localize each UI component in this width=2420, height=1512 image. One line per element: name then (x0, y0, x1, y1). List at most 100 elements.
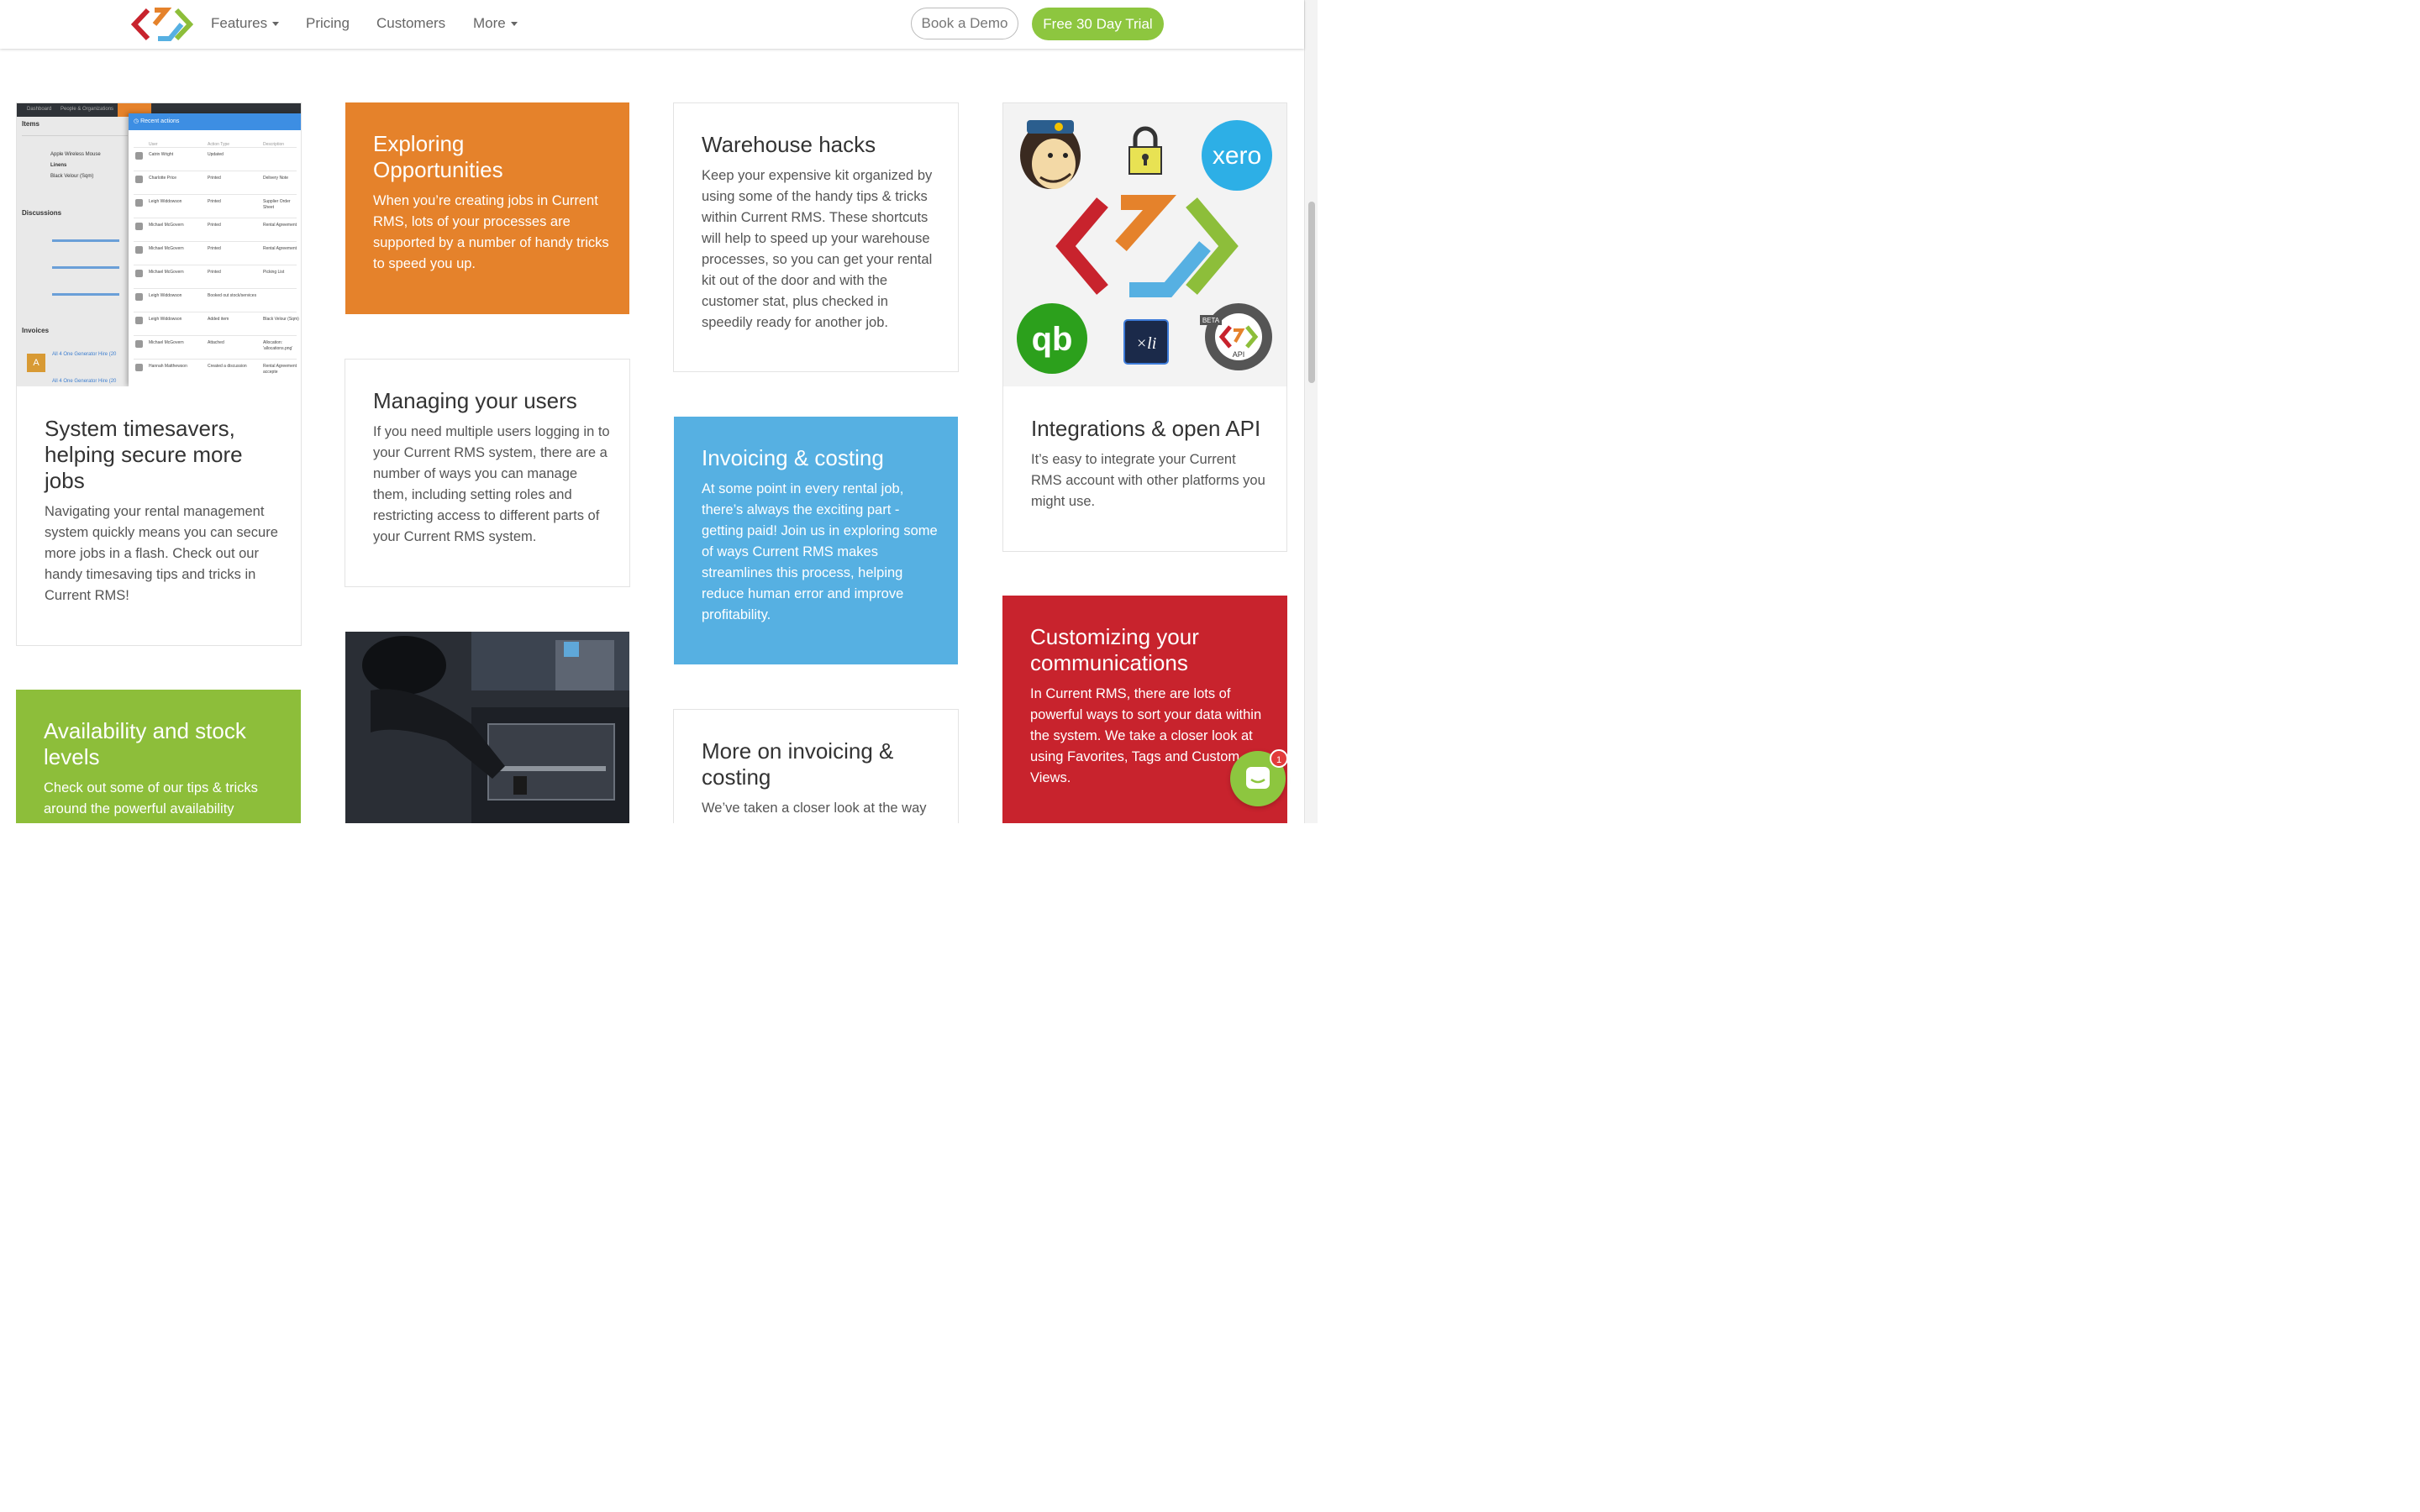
card-title: Customizing your communications (1030, 624, 1199, 675)
quickbooks-logo: qb (1017, 303, 1087, 374)
scrollbar-thumb[interactable] (1308, 202, 1315, 383)
screenshot-cell-action: Attached (208, 340, 224, 345)
card-body: Keep your expensive kit organized by usi… (702, 168, 933, 330)
screenshot-item-2: Linens (50, 163, 67, 168)
avatar (135, 364, 143, 371)
card-availability-content: Availability and stock levels Check out … (44, 718, 282, 820)
avatar (135, 317, 143, 324)
screenshot-cell-user: Charlotte Price (149, 176, 177, 181)
avatar (135, 340, 143, 348)
screenshot-item-3: Black Velour (Sqm) (50, 174, 94, 179)
top-navbar: Features Pricing Customers More Book a D… (0, 0, 1304, 49)
screenshot-row-divider (134, 194, 297, 195)
card-exploring-content: Exploring Opportunities When you’re crea… (373, 131, 611, 275)
screenshot-cell-action: Booked out stock/services (208, 293, 257, 298)
nav-more-label: More (473, 15, 506, 31)
card-managing-users[interactable]: Managing your users If you need multiple… (345, 359, 630, 587)
card-body: We’ve taken a closer look at the way (702, 801, 927, 816)
screenshot-panel-title: Recent actions (140, 118, 180, 124)
free-trial-button[interactable]: Free 30 Day Trial (1032, 8, 1164, 40)
chevron-down-icon (510, 22, 518, 27)
screenshot-cell-user: Leigh Widdowson (149, 293, 182, 298)
svg-text:qb: qb (1032, 321, 1073, 358)
screenshot-cell-desc: Supplier Order Sheet (263, 199, 291, 210)
card-title: Availability and stock levels (44, 718, 246, 769)
xli-logo: ×li (1123, 319, 1169, 365)
svg-text:API: API (1233, 350, 1245, 359)
card-body: It’s easy to integrate your Current RMS … (1031, 452, 1265, 509)
card-body: Navigating your rental management system… (45, 504, 278, 603)
mailchimp-icon (1020, 120, 1081, 189)
screenshot-cell-action: Printed (208, 270, 221, 275)
nav-features[interactable]: Features (211, 15, 280, 32)
screenshot-cell-action: Created a discussion (208, 364, 247, 369)
card-title: Invoicing & costing (702, 445, 884, 470)
screenshot-recent-actions-panel: ◷ Recent actions User Action Type Descri… (129, 113, 301, 386)
screenshot-invoice-2: All 4 One Generator Hire (20 (52, 379, 117, 384)
screenshot-cell-action: Printed (208, 223, 221, 228)
screenshot-cell-action: Updated (208, 152, 224, 157)
svg-text:BETA: BETA (1202, 317, 1220, 324)
screenshot-tab-dashboard: Dashboard (27, 107, 52, 112)
chat-notification-badge: 1 (1270, 749, 1288, 768)
card-body: If you need multiple users logging in to… (373, 424, 610, 544)
screenshot-cell-action: Printed (208, 246, 221, 251)
nav-features-label: Features (211, 15, 268, 31)
page: Features Pricing Customers More Book a D… (0, 0, 1318, 823)
screenshot-left-pane: Items Apple Wireless Mouse Linens Black … (17, 117, 130, 386)
page-scrollbar[interactable] (1304, 0, 1318, 823)
screenshot-row-divider (134, 335, 297, 336)
screenshot-cell-user: Leigh Widdowson (149, 199, 182, 204)
screenshot-cell-action: Printed (208, 199, 221, 204)
card-title: More on invoicing & costing (702, 738, 894, 790)
integrations-logos-image: xero qb ×li API BETA (1003, 103, 1286, 386)
card-body: At some point in every rental job, there… (702, 481, 938, 622)
card-system-timesavers[interactable]: Dashboard People & Organizations Items A… (16, 102, 302, 646)
card-integrations-api[interactable]: xero qb ×li API BETA Integrations & open… (1002, 102, 1287, 552)
screenshot-tab-people: People & Organizations (60, 107, 114, 112)
avatar (135, 293, 143, 301)
nav-more[interactable]: More (473, 15, 518, 32)
xero-logo: xero (1202, 120, 1272, 191)
svg-text:×li: ×li (1136, 334, 1157, 353)
svg-text:xero: xero (1213, 142, 1261, 170)
current-rms-logo[interactable] (129, 5, 195, 44)
screenshot-invoices-label: Invoices (22, 327, 50, 334)
screenshot-recent-actions-image: Dashboard People & Organizations Items A… (17, 103, 301, 386)
card-body: Check out some of our tips & tricks arou… (44, 780, 258, 816)
card-availability[interactable]: Availability and stock levels Check out … (16, 690, 301, 823)
screenshot-cell-user: Michael McGovern (149, 223, 184, 228)
card-warehouse-photo[interactable] (345, 632, 629, 823)
avatar (135, 246, 143, 254)
card-title: Managing your users (373, 388, 577, 413)
screenshot-avatar: A (27, 354, 45, 372)
screenshot-divider (22, 135, 128, 136)
screenshot-invoice-1: All 4 One Generator Hire (20 (52, 352, 117, 357)
avatar (135, 223, 143, 230)
card-more-invoicing[interactable]: More on invoicing & costing We’ve taken … (673, 709, 959, 823)
card-invoicing-costing[interactable]: Invoicing & costing At some point in eve… (674, 417, 958, 664)
screenshot-cell-desc: Black Velour (Sqm) (263, 317, 299, 322)
screenshot-panel-header: ◷ Recent actions (129, 113, 301, 130)
screenshot-cell-user: Catrin Wright (149, 152, 174, 157)
card-title: Warehouse hacks (702, 132, 876, 157)
book-demo-button[interactable]: Book a Demo (911, 8, 1018, 39)
screenshot-row-divider (134, 241, 297, 242)
nav-customers[interactable]: Customers (376, 15, 445, 32)
avatar (135, 199, 143, 207)
screenshot-cell-desc: Rental Agreement (263, 223, 297, 228)
card-integrations-content: Integrations & open API It’s easy to int… (1031, 416, 1268, 512)
screenshot-cell-desc: Picking List (263, 270, 285, 275)
card-warehouse-hacks[interactable]: Warehouse hacks Keep your expensive kit … (673, 102, 959, 372)
screenshot-cell-action: Printed (208, 176, 221, 181)
screenshot-cell-desc: Rental Agreement (263, 246, 297, 251)
screenshot-cell-desc: Rental Agreement accepte (263, 364, 297, 375)
card-exploring-opportunities[interactable]: Exploring Opportunities When you’re crea… (345, 102, 629, 314)
screenshot-link (52, 239, 119, 242)
screenshot-items-label: Items (22, 120, 39, 128)
screenshot-link (52, 293, 119, 296)
nav-pricing[interactable]: Pricing (306, 15, 350, 32)
screenshot-cell-user: Michael McGovern (149, 340, 184, 345)
card-timesavers-content: System timesavers, helping secure more j… (45, 416, 282, 606)
screenshot-row-divider (134, 359, 297, 360)
